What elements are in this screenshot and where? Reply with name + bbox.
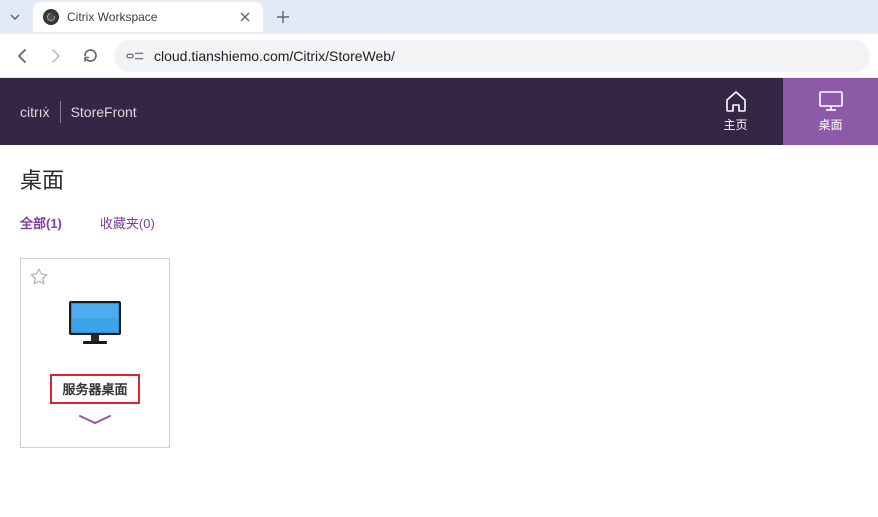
nav-desktops[interactable]: 桌面 xyxy=(783,78,878,145)
content-area: 桌面 全部(1) 收藏夹(0) 服务器桌面 xyxy=(0,145,878,466)
home-icon xyxy=(724,90,748,112)
site-settings-icon xyxy=(126,49,144,63)
citrix-favicon-icon xyxy=(43,9,59,25)
arrow-left-icon xyxy=(13,47,31,65)
citrix-logo: citrıẋ xyxy=(20,104,50,120)
star-icon xyxy=(29,267,49,287)
favorite-toggle[interactable] xyxy=(29,267,49,292)
chevron-down-icon xyxy=(9,11,21,23)
desktop-monitor-icon xyxy=(67,299,123,352)
logo-group: citrıẋ StoreFront xyxy=(20,101,137,123)
plus-icon xyxy=(276,10,290,24)
browser-tab[interactable]: Citrix Workspace xyxy=(33,2,263,32)
nav-home[interactable]: 主页 xyxy=(688,78,783,145)
tab-title: Citrix Workspace xyxy=(67,10,237,24)
reload-icon xyxy=(82,47,99,64)
logo-divider xyxy=(60,101,61,123)
product-name: StoreFront xyxy=(71,104,137,120)
tab-close-button[interactable] xyxy=(237,9,253,25)
new-tab-button[interactable] xyxy=(269,3,297,31)
browser-toolbar: cloud.tianshiemo.com/Citrix/StoreWeb/ xyxy=(0,34,878,78)
page-title: 桌面 xyxy=(20,163,858,195)
desktop-label-highlight: 服务器桌面 xyxy=(50,374,139,404)
address-bar[interactable]: cloud.tianshiemo.com/Citrix/StoreWeb/ xyxy=(114,40,870,72)
site-info-button[interactable] xyxy=(126,49,144,63)
forward-button[interactable] xyxy=(42,42,70,70)
tab-all[interactable]: 全部(1) xyxy=(20,213,62,238)
tabs-dropdown-button[interactable] xyxy=(3,5,27,29)
close-icon xyxy=(240,12,250,22)
desktop-label: 服务器桌面 xyxy=(62,382,127,397)
monitor-icon xyxy=(818,90,844,112)
nav-home-label: 主页 xyxy=(723,116,747,133)
back-button[interactable] xyxy=(8,42,36,70)
nav-desktops-label: 桌面 xyxy=(818,116,842,133)
reload-button[interactable] xyxy=(76,42,104,70)
tab-favorites[interactable]: 收藏夹(0) xyxy=(100,213,155,238)
desktop-card[interactable]: 服务器桌面 xyxy=(20,258,170,448)
app-header: citrıẋ StoreFront 主页 桌面 xyxy=(0,78,878,145)
url-text: cloud.tianshiemo.com/Citrix/StoreWeb/ xyxy=(154,48,858,64)
filter-tabs: 全部(1) 收藏夹(0) xyxy=(20,213,858,238)
card-expand-button[interactable] xyxy=(78,413,112,431)
chevron-down-icon xyxy=(78,414,112,426)
arrow-right-icon xyxy=(47,47,65,65)
browser-tab-strip: Citrix Workspace xyxy=(0,0,878,34)
